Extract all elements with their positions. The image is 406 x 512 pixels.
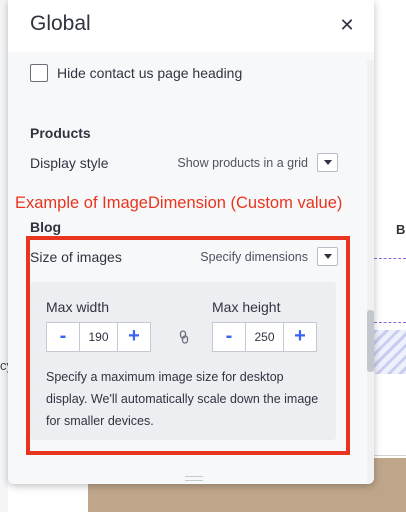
display-style-value[interactable]: Show products in a grid	[168, 156, 308, 170]
display-style-dropdown-button[interactable]	[317, 153, 338, 172]
background-guide-line	[374, 258, 406, 259]
close-icon[interactable]: ✕	[336, 14, 358, 36]
annotation-label: Example of ImageDimension (Custom value)	[15, 194, 343, 212]
blog-section-title: Blog	[30, 219, 62, 235]
background-hatched-area	[374, 330, 406, 374]
annotation-highlight-box	[26, 236, 350, 455]
scrollbar-track[interactable]	[367, 60, 374, 484]
products-section-title: Products	[30, 125, 91, 141]
hide-contact-heading-label: Hide contact us page heading	[57, 65, 243, 81]
panel-title: Global	[30, 12, 91, 35]
panel-header: Global ✕	[8, 0, 374, 52]
drag-handle-icon[interactable]	[185, 476, 203, 481]
background-guide-line	[374, 322, 406, 323]
background-edge-letter: B	[396, 222, 406, 237]
chevron-down-icon	[323, 160, 332, 165]
hide-contact-heading-checkbox[interactable]	[30, 64, 48, 82]
hide-contact-heading-row[interactable]: Hide contact us page heading	[30, 62, 242, 84]
background-rule	[374, 455, 406, 456]
display-style-label: Display style	[30, 155, 109, 171]
scrollbar-thumb[interactable]	[367, 310, 374, 372]
background-left-strip	[0, 0, 8, 512]
